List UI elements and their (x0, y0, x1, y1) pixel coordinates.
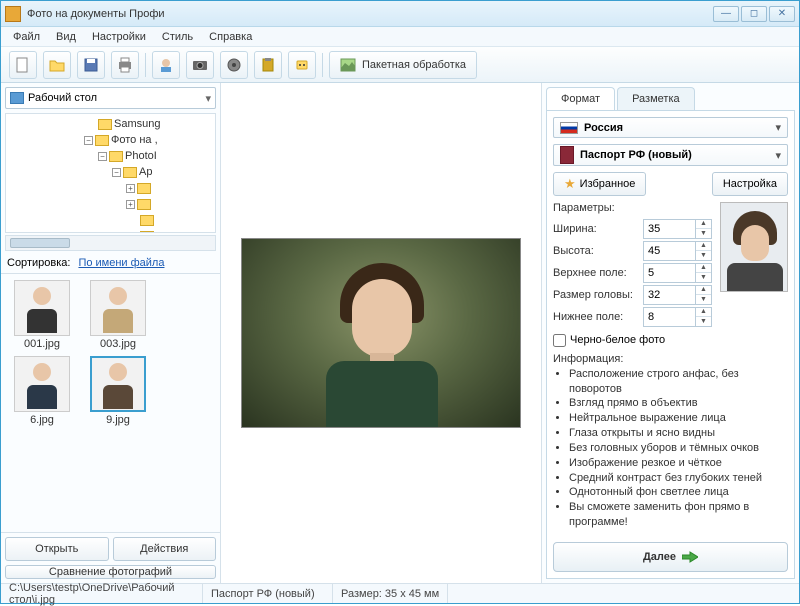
camera-import-button[interactable] (152, 51, 180, 79)
params-header: Параметры: (553, 202, 712, 214)
country-dropdown[interactable]: Россия ▾ (553, 117, 788, 138)
preview-area (221, 83, 541, 583)
menu-view[interactable]: Вид (48, 29, 84, 45)
bottom-spinner[interactable]: 8▲▼ (643, 307, 712, 327)
statusbar: C:\Users\testp\OneDrive\Рабочий стол\i.j… (1, 583, 799, 603)
tree-scrollbar[interactable] (5, 235, 216, 251)
window-title: Фото на документы Профи (27, 8, 713, 20)
menu-file[interactable]: Файл (5, 29, 48, 45)
clipboard-button[interactable] (254, 51, 282, 79)
app-window: Фото на документы Профи — ◻ ✕ Файл Вид Н… (0, 0, 800, 604)
location-combo[interactable]: Рабочий стол ▾ (5, 87, 216, 109)
status-doc: Паспорт РФ (новый) (203, 584, 333, 603)
status-path: C:\Users\testp\OneDrive\Рабочий стол\i.j… (1, 584, 203, 603)
menu-style[interactable]: Стиль (154, 29, 201, 45)
star-icon: ★ (564, 176, 576, 192)
format-preview (720, 202, 788, 292)
status-size: Размер: 35 x 45 мм (333, 584, 448, 603)
favorite-button[interactable]: ★Избранное (553, 172, 646, 196)
head-spinner[interactable]: 32▲▼ (643, 285, 712, 305)
camera-button[interactable] (186, 51, 214, 79)
thumbnail[interactable]: 003.jpg (83, 280, 153, 350)
sort-label: Сортировка: (7, 257, 70, 269)
folder-icon (10, 92, 24, 104)
save-button[interactable] (77, 51, 105, 79)
compare-button[interactable]: Сравнение фотографий (5, 565, 216, 579)
top-spinner[interactable]: 5▲▼ (643, 263, 712, 283)
thumbnail-selected[interactable]: 9.jpg (83, 356, 153, 426)
minimize-button[interactable]: — (713, 6, 739, 22)
chevron-down-icon: ▾ (205, 92, 211, 105)
app-icon (5, 6, 21, 22)
toolbar: Пакетная обработка (1, 47, 799, 83)
video-button[interactable] (220, 51, 248, 79)
titlebar: Фото на документы Профи — ◻ ✕ (1, 1, 799, 27)
thumbnail[interactable]: 6.jpg (7, 356, 77, 426)
print-button[interactable] (111, 51, 139, 79)
main-image[interactable] (241, 238, 521, 428)
left-panel: Рабочий стол ▾ Samsung −Фото на , −Photo… (1, 83, 221, 583)
maximize-button[interactable]: ◻ (741, 6, 767, 22)
passport-icon (560, 146, 574, 164)
arrow-right-icon (682, 551, 698, 563)
sort-link[interactable]: По имени файла (78, 257, 164, 269)
menubar: Файл Вид Настройки Стиль Справка (1, 27, 799, 47)
open-button[interactable] (43, 51, 71, 79)
info-header: Информация: (553, 353, 788, 365)
bw-checkbox[interactable]: Черно-белое фото (553, 334, 788, 347)
right-panel: Формат Разметка Россия ▾ Паспорт РФ (нов… (541, 83, 799, 583)
menu-help[interactable]: Справка (201, 29, 260, 45)
tab-format[interactable]: Формат (546, 87, 615, 110)
new-button[interactable] (9, 51, 37, 79)
location-text: Рабочий стол (28, 92, 97, 104)
actions-button[interactable]: Действия (113, 537, 217, 561)
setup-button[interactable]: Настройка (712, 172, 788, 196)
batch-label: Пакетная обработка (362, 59, 466, 71)
open-file-button[interactable]: Открыть (5, 537, 109, 561)
batch-button[interactable]: Пакетная обработка (329, 51, 477, 79)
tab-layout[interactable]: Разметка (617, 87, 695, 110)
landscape-icon (340, 57, 356, 73)
folder-tree[interactable]: Samsung −Фото на , −PhotoI −Ap + + (5, 113, 216, 233)
next-button[interactable]: Далее (553, 542, 788, 572)
robot-button[interactable] (288, 51, 316, 79)
doctype-dropdown[interactable]: Паспорт РФ (новый) ▾ (553, 144, 788, 165)
height-spinner[interactable]: 45▲▼ (643, 241, 712, 261)
menu-settings[interactable]: Настройки (84, 29, 154, 45)
close-button[interactable]: ✕ (769, 6, 795, 22)
thumbnail-list: 001.jpg 003.jpg 6.jpg 9.jpg (1, 274, 220, 532)
thumbnail[interactable]: 001.jpg (7, 280, 77, 350)
chevron-down-icon: ▾ (775, 149, 781, 162)
chevron-down-icon: ▾ (775, 121, 781, 134)
width-spinner[interactable]: 35▲▼ (643, 219, 712, 239)
flag-icon (560, 122, 578, 134)
info-list: Расположение строго анфас, без поворотов… (553, 367, 788, 530)
